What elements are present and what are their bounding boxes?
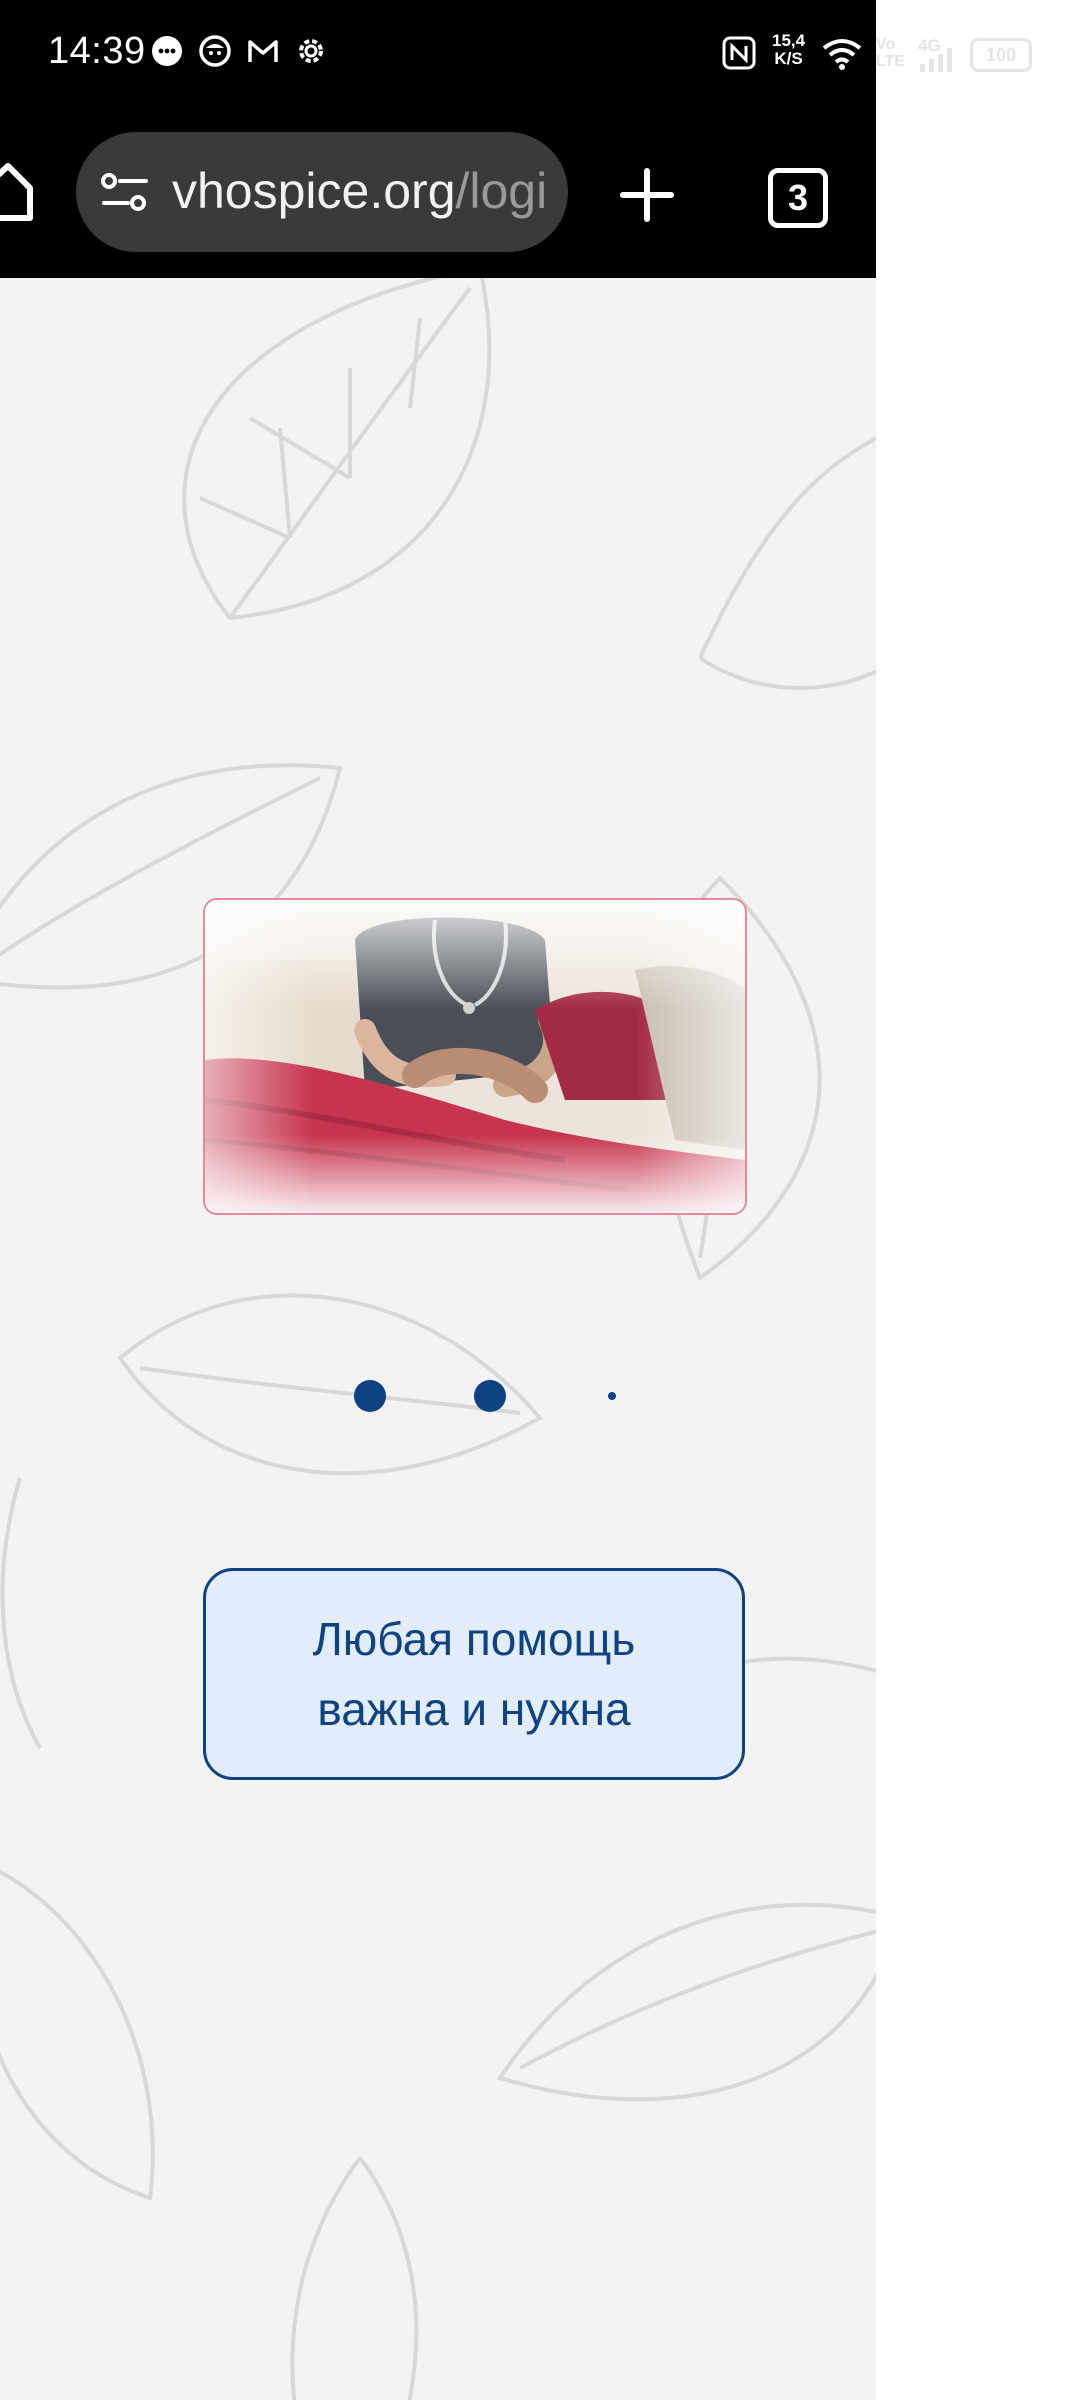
volte-bottom: LTE <box>876 53 906 70</box>
leaf-pattern-background <box>0 278 876 2400</box>
site-settings-icon[interactable] <box>100 172 150 212</box>
address-bar[interactable]: vhospice.org/logi <box>76 132 568 252</box>
battery-icon: 100 <box>970 38 1032 72</box>
carousel-dot-2[interactable] <box>474 1380 506 1412</box>
volte-indicator: Vo LTE <box>876 36 905 70</box>
message-icon <box>152 36 182 66</box>
browser-toolbar: vhospice.org/logi 3 <box>0 108 876 278</box>
url-path: /logi <box>455 163 548 219</box>
url-host: vhospice.org <box>172 163 456 219</box>
plus-icon[interactable] <box>620 168 674 222</box>
browser-viewport: 14:39 15,4 K/S vhospice.org/logi 3 Любая… <box>0 0 876 2400</box>
nfc-icon <box>722 36 756 70</box>
volte-top: Vo <box>876 36 896 53</box>
network-speed: 15,4 K/S <box>772 32 805 68</box>
wifi-icon <box>822 39 862 70</box>
status-bar: 14:39 15,4 K/S <box>0 0 876 108</box>
home-icon[interactable] <box>0 160 34 222</box>
battery-level: 100 <box>985 45 1017 65</box>
face-app-icon <box>199 35 231 67</box>
network-speed-value: 15,4 <box>772 31 806 50</box>
settings-icon <box>299 39 323 63</box>
page-content: Любая помощь важна и нужна <box>0 278 876 2400</box>
carousel-pagination <box>0 1378 876 1418</box>
tab-switcher-button[interactable]: 3 <box>768 168 828 228</box>
status-bar-overflow: Vo LTE 4G 100 <box>876 0 1080 108</box>
carousel-image[interactable] <box>203 898 747 1215</box>
carousel-dot-3-active[interactable] <box>608 1392 616 1400</box>
help-cta-button[interactable]: Любая помощь важна и нужна <box>203 1568 745 1780</box>
caregiver-photo <box>205 900 745 1213</box>
signal-icon <box>920 48 952 72</box>
url-text[interactable]: vhospice.org/logi <box>172 162 547 220</box>
help-cta-line1: Любая помощь <box>312 1613 636 1665</box>
help-cta-text: Любая помощь важна и нужна <box>313 1604 636 1744</box>
network-speed-unit: K/S <box>774 49 803 68</box>
help-cta-line2: важна и нужна <box>317 1683 631 1735</box>
gmail-icon <box>248 40 278 62</box>
status-time: 14:39 <box>48 30 146 72</box>
carousel-dot-1[interactable] <box>354 1380 386 1412</box>
